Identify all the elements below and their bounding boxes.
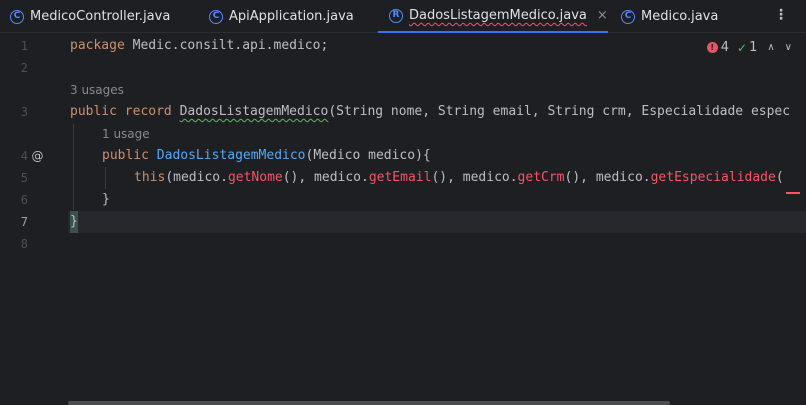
code-text: public record DadosListagemMedico(String… — [70, 104, 791, 119]
code-line: 2 — [0, 57, 806, 79]
code-line: 6 } — [0, 189, 806, 211]
usages-hint[interactable]: 1 usage — [102, 123, 150, 145]
code-text: } — [70, 211, 78, 233]
indent-guide — [105, 167, 106, 189]
tab-api-application[interactable]: C ApiApplication.java — [209, 0, 354, 33]
line-number: 1 — [20, 39, 28, 53]
line-number: 2 — [20, 61, 28, 75]
editor-tab-bar: C MedicoController.java C ApiApplication… — [0, 0, 806, 33]
code-text: } — [102, 192, 110, 207]
tab-medico-controller[interactable]: C MedicoController.java — [10, 0, 170, 33]
code-line: 8 — [0, 233, 806, 255]
code-line: 5 this(medico.getNome(), medico.getEmail… — [0, 167, 806, 189]
tab-dados-listagem-medico[interactable]: R DadosListagemMedico.java × — [378, 0, 608, 33]
line-number: 7 — [20, 215, 28, 229]
indent-guide — [73, 124, 74, 210]
tab-label: Medico.java — [641, 9, 719, 24]
code-line: 1 package Medic.consilt.api.medico; — [0, 35, 806, 57]
line-number: 6 — [20, 193, 28, 207]
class-icon: C — [10, 9, 24, 24]
tab-label: ApiApplication.java — [229, 9, 354, 24]
code-text: public DadosListagemMedico(Medico medico… — [102, 148, 431, 163]
code-line-current: 7 } — [0, 211, 806, 233]
close-tab-icon[interactable]: × — [597, 8, 608, 23]
horizontal-scrollbar[interactable] — [68, 401, 670, 405]
usages-hint[interactable]: 3 usages — [70, 79, 124, 101]
tab-label: MedicoController.java — [30, 9, 171, 24]
line-number: 3 — [20, 105, 28, 119]
tab-label: DadosListagemMedico.java — [409, 8, 587, 23]
code-text: package Medic.consilt.api.medico; — [70, 38, 329, 53]
class-icon: C — [209, 9, 223, 24]
tab-medico[interactable]: C Medico.java — [621, 0, 718, 33]
more-tabs-icon[interactable]: ⋮ — [774, 8, 788, 22]
line-number: 5 — [20, 171, 28, 185]
record-icon: R — [389, 8, 403, 23]
code-text: this(medico.getNome(), medico.getEmail()… — [134, 170, 784, 185]
line-number: 4 — [20, 149, 28, 163]
annotation-gutter-icon[interactable]: @ — [30, 149, 45, 164]
line-number: 8 — [20, 237, 28, 251]
code-line: 3 public record DadosListagemMedico(Stri… — [0, 101, 806, 123]
code-editor[interactable]: ! 4 ✓ 1 ∧ ∨ 1 package Medic.consilt.api.… — [0, 34, 806, 405]
class-icon: C — [621, 9, 635, 24]
code-line: 4 @ public DadosListagemMedico(Medico me… — [0, 145, 806, 167]
